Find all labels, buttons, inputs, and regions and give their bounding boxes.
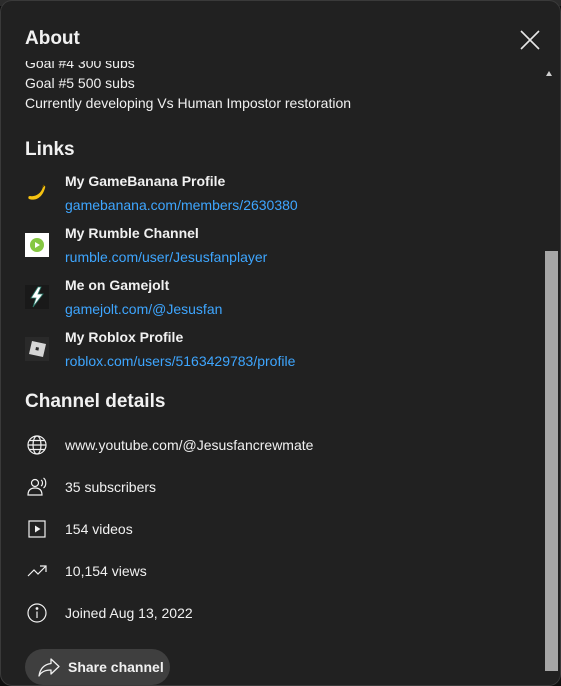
gamejolt-icon <box>25 285 49 309</box>
description-line: Goal #4 300 subs <box>25 61 135 71</box>
link-rumble[interactable]: My Rumble Channel rumble.com/user/Jesusf… <box>25 225 525 273</box>
dialog-title: About <box>25 28 80 49</box>
link-title: My GameBanana Profile <box>65 173 226 189</box>
roblox-icon <box>25 337 49 361</box>
links-heading: Links <box>25 139 75 160</box>
link-url[interactable]: rumble.com/user/Jesusfanplayer <box>65 249 267 265</box>
scrollbar-thumb[interactable] <box>545 251 558 671</box>
globe-icon <box>27 435 47 455</box>
scroll-up-arrow-icon[interactable] <box>546 71 552 76</box>
share-icon <box>38 658 60 677</box>
subscribers-icon <box>27 477 47 496</box>
link-title: Me on Gamejolt <box>65 277 170 293</box>
trending-icon <box>27 565 47 577</box>
link-roblox[interactable]: My Roblox Profile roblox.com/users/51634… <box>25 329 525 377</box>
description-line: Goal #5 500 subs <box>25 75 135 91</box>
joined-row: Joined Aug 13, 2022 <box>25 599 525 627</box>
description-line: Currently developing Vs Human Impostor r… <box>25 95 352 111</box>
info-icon <box>27 603 47 623</box>
share-channel-button[interactable]: Share channel <box>25 649 170 685</box>
subscribers-row: 35 subscribers <box>25 473 525 501</box>
channel-url-row[interactable]: www.youtube.com/@Jesusfancrewmate <box>25 431 525 459</box>
link-gamejolt[interactable]: Me on Gamejolt gamejolt.com/@Jesusfan <box>25 277 525 325</box>
videos-icon <box>28 520 46 538</box>
share-channel-label: Share channel <box>68 659 164 675</box>
close-button[interactable] <box>515 25 545 55</box>
about-content[interactable]: Goal #4 300 subs Goal #5 500 subs Curren… <box>1 61 542 685</box>
subscriber-count: 35 subscribers <box>65 479 157 495</box>
gamebanana-icon <box>28 184 46 200</box>
videos-row: 154 videos <box>25 515 525 543</box>
view-count: 10,154 views <box>65 563 147 579</box>
channel-details-heading: Channel details <box>25 391 166 412</box>
link-title: My Rumble Channel <box>65 225 199 241</box>
joined-date: Joined Aug 13, 2022 <box>65 605 193 621</box>
link-url[interactable]: roblox.com/users/5163429783/profile <box>65 353 295 369</box>
rumble-icon <box>25 233 49 257</box>
link-url[interactable]: gamejolt.com/@Jesusfan <box>65 301 222 317</box>
scrollbar[interactable] <box>542 61 560 685</box>
link-title: My Roblox Profile <box>65 329 184 345</box>
close-icon <box>520 30 540 50</box>
channel-url: www.youtube.com/@Jesusfancrewmate <box>65 437 314 453</box>
link-gamebanana[interactable]: My GameBanana Profile gamebanana.com/mem… <box>25 173 525 221</box>
views-row: 10,154 views <box>25 557 525 585</box>
about-dialog: About Goal #4 300 subs Goal #5 500 subs … <box>0 0 561 686</box>
video-count: 154 videos <box>65 521 133 537</box>
link-url[interactable]: gamebanana.com/members/2630380 <box>65 197 298 213</box>
